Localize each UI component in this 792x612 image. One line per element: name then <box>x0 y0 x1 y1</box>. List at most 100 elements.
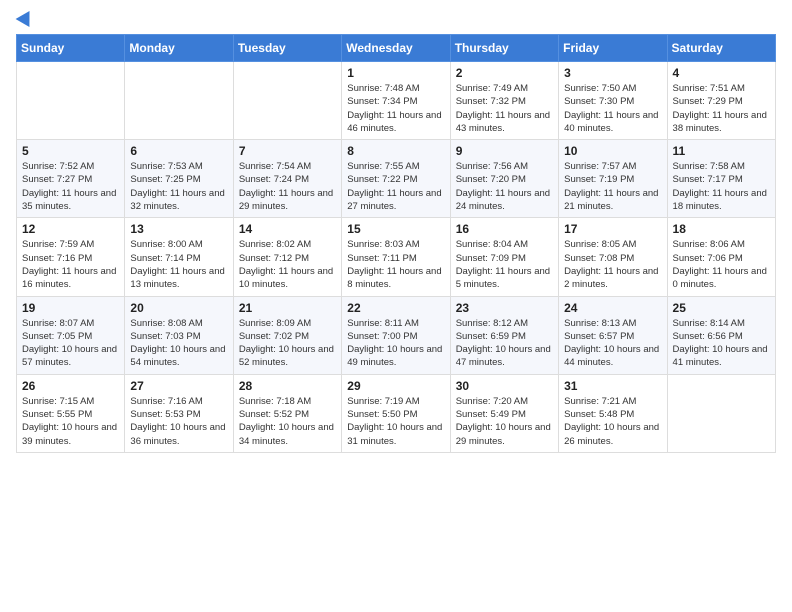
calendar-cell: 27Sunrise: 7:16 AMSunset: 5:53 PMDayligh… <box>125 374 233 452</box>
day-number: 19 <box>22 301 119 315</box>
calendar-cell: 28 Sunrise: 7:18 AMSunset: 5:52 PMDayligh… <box>233 374 341 452</box>
day-info: Sunrise: 8:03 AMSunset: 7:11 PMDaylight:… <box>347 238 444 291</box>
day-number: 17 <box>564 222 661 236</box>
day-number: 1 <box>347 66 444 80</box>
day-number: 13 <box>130 222 227 236</box>
day-number: 21 <box>239 301 336 315</box>
calendar-cell: 21 Sunrise: 8:09 AMSunset: 7:02 PMDayligh… <box>233 296 341 374</box>
weekday-header-row: SundayMondayTuesdayWednesdayThursdayFrid… <box>17 35 776 62</box>
day-number: 16 <box>456 222 553 236</box>
calendar-cell: 9 Sunrise: 7:56 AMSunset: 7:20 PMDaylight… <box>450 140 558 218</box>
day-number: 15 <box>347 222 444 236</box>
calendar-cell: 11Sunrise: 7:58 AMSunset: 7:17 PMDayligh… <box>667 140 775 218</box>
calendar-cell: 18Sunrise: 8:06 AMSunset: 7:06 PMDayligh… <box>667 218 775 296</box>
day-info: Sunrise: 8:11 AMSunset: 7:00 PMDaylight:… <box>347 317 444 370</box>
day-info: Sunrise: 8:06 AMSunset: 7:06 PMDaylight:… <box>673 238 770 291</box>
day-info: Sunrise: 7:59 AMSunset: 7:16 PMDaylight:… <box>22 238 119 291</box>
calendar-cell: 26 Sunrise: 7:15 AMSunset: 5:55 PMDayligh… <box>17 374 125 452</box>
day-info: Sunrise: 7:54 AMSunset: 7:24 PMDaylight:… <box>239 160 336 213</box>
day-info: Sunrise: 7:51 AMSunset: 7:29 PMDaylight:… <box>673 82 770 135</box>
day-number: 20 <box>130 301 227 315</box>
day-info: Sunrise: 8:04 AMSunset: 7:09 PMDaylight:… <box>456 238 553 291</box>
calendar-cell: 14 Sunrise: 8:02 AMSunset: 7:12 PMDayligh… <box>233 218 341 296</box>
day-info: Sunrise: 8:05 AMSunset: 7:08 PMDaylight:… <box>564 238 661 291</box>
calendar-cell: 1 Sunrise: 7:48 AMSunset: 7:34 PMDaylight… <box>342 62 450 140</box>
calendar-cell: 6 Sunrise: 7:53 AMSunset: 7:25 PMDaylight… <box>125 140 233 218</box>
day-number: 30 <box>456 379 553 393</box>
week-row-5: 26 Sunrise: 7:15 AMSunset: 5:55 PMDayligh… <box>17 374 776 452</box>
logo <box>16 10 34 26</box>
day-number: 7 <box>239 144 336 158</box>
day-number: 29 <box>347 379 444 393</box>
calendar-cell: 19 Sunrise: 8:07 AMSunset: 7:05 PMDayligh… <box>17 296 125 374</box>
weekday-header-thursday: Thursday <box>450 35 558 62</box>
calendar-cell: 20 Sunrise: 8:08 AMSunset: 7:03 PMDayligh… <box>125 296 233 374</box>
day-info: Sunrise: 7:20 AMSunset: 5:49 PMDaylight:… <box>456 395 553 448</box>
calendar-cell: 29 Sunrise: 7:19 AMSunset: 5:50 PMDayligh… <box>342 374 450 452</box>
day-info: Sunrise: 8:07 AMSunset: 7:05 PMDaylight:… <box>22 317 119 370</box>
calendar-cell: 23 Sunrise: 8:12 AMSunset: 6:59 PMDayligh… <box>450 296 558 374</box>
weekday-header-tuesday: Tuesday <box>233 35 341 62</box>
day-number: 9 <box>456 144 553 158</box>
week-row-2: 5Sunrise: 7:52 AMSunset: 7:27 PMDaylight… <box>17 140 776 218</box>
day-number: 27 <box>130 379 227 393</box>
page: SundayMondayTuesdayWednesdayThursdayFrid… <box>0 0 792 612</box>
day-number: 26 <box>22 379 119 393</box>
calendar-cell: 30 Sunrise: 7:20 AMSunset: 5:49 PMDayligh… <box>450 374 558 452</box>
weekday-header-friday: Friday <box>559 35 667 62</box>
day-number: 8 <box>347 144 444 158</box>
calendar-cell: 5Sunrise: 7:52 AMSunset: 7:27 PMDaylight… <box>17 140 125 218</box>
day-number: 2 <box>456 66 553 80</box>
day-info: Sunrise: 7:18 AMSunset: 5:52 PMDaylight:… <box>239 395 336 448</box>
weekday-header-saturday: Saturday <box>667 35 775 62</box>
calendar-cell: 13 Sunrise: 8:00 AMSunset: 7:14 PMDayligh… <box>125 218 233 296</box>
day-info: Sunrise: 7:21 AMSunset: 5:48 PMDaylight:… <box>564 395 661 448</box>
day-info: Sunrise: 7:57 AMSunset: 7:19 PMDaylight:… <box>564 160 661 213</box>
week-row-4: 19 Sunrise: 8:07 AMSunset: 7:05 PMDayligh… <box>17 296 776 374</box>
logo-triangle-icon <box>16 7 37 27</box>
day-info: Sunrise: 8:00 AMSunset: 7:14 PMDaylight:… <box>130 238 227 291</box>
calendar-cell: 22Sunrise: 8:11 AMSunset: 7:00 PMDayligh… <box>342 296 450 374</box>
weekday-header-wednesday: Wednesday <box>342 35 450 62</box>
day-number: 31 <box>564 379 661 393</box>
day-number: 24 <box>564 301 661 315</box>
calendar-table: SundayMondayTuesdayWednesdayThursdayFrid… <box>16 34 776 453</box>
day-info: Sunrise: 8:02 AMSunset: 7:12 PMDaylight:… <box>239 238 336 291</box>
day-info: Sunrise: 7:50 AMSunset: 7:30 PMDaylight:… <box>564 82 661 135</box>
calendar-cell: 31 Sunrise: 7:21 AMSunset: 5:48 PMDayligh… <box>559 374 667 452</box>
day-info: Sunrise: 8:09 AMSunset: 7:02 PMDaylight:… <box>239 317 336 370</box>
day-info: Sunrise: 7:55 AMSunset: 7:22 PMDaylight:… <box>347 160 444 213</box>
weekday-header-monday: Monday <box>125 35 233 62</box>
day-number: 5 <box>22 144 119 158</box>
calendar-cell: 16 Sunrise: 8:04 AMSunset: 7:09 PMDayligh… <box>450 218 558 296</box>
day-number: 6 <box>130 144 227 158</box>
calendar-cell: 15 Sunrise: 8:03 AMSunset: 7:11 PMDayligh… <box>342 218 450 296</box>
day-number: 23 <box>456 301 553 315</box>
calendar-cell <box>667 374 775 452</box>
day-number: 14 <box>239 222 336 236</box>
day-number: 28 <box>239 379 336 393</box>
calendar-cell: 3Sunrise: 7:50 AMSunset: 7:30 PMDaylight… <box>559 62 667 140</box>
weekday-header-sunday: Sunday <box>17 35 125 62</box>
day-info: Sunrise: 8:13 AMSunset: 6:57 PMDaylight:… <box>564 317 661 370</box>
calendar-cell: 10Sunrise: 7:57 AMSunset: 7:19 PMDayligh… <box>559 140 667 218</box>
day-info: Sunrise: 7:49 AMSunset: 7:32 PMDaylight:… <box>456 82 553 135</box>
day-info: Sunrise: 8:08 AMSunset: 7:03 PMDaylight:… <box>130 317 227 370</box>
day-info: Sunrise: 7:58 AMSunset: 7:17 PMDaylight:… <box>673 160 770 213</box>
day-info: Sunrise: 7:53 AMSunset: 7:25 PMDaylight:… <box>130 160 227 213</box>
calendar-cell: 4Sunrise: 7:51 AMSunset: 7:29 PMDaylight… <box>667 62 775 140</box>
day-info: Sunrise: 7:48 AMSunset: 7:34 PMDaylight:… <box>347 82 444 135</box>
day-number: 25 <box>673 301 770 315</box>
day-info: Sunrise: 7:56 AMSunset: 7:20 PMDaylight:… <box>456 160 553 213</box>
calendar-cell: 25 Sunrise: 8:14 AMSunset: 6:56 PMDayligh… <box>667 296 775 374</box>
calendar-cell: 2 Sunrise: 7:49 AMSunset: 7:32 PMDaylight… <box>450 62 558 140</box>
calendar-cell: 7 Sunrise: 7:54 AMSunset: 7:24 PMDaylight… <box>233 140 341 218</box>
calendar-cell: 17 Sunrise: 8:05 AMSunset: 7:08 PMDayligh… <box>559 218 667 296</box>
day-info: Sunrise: 8:12 AMSunset: 6:59 PMDaylight:… <box>456 317 553 370</box>
week-row-1: 1 Sunrise: 7:48 AMSunset: 7:34 PMDaylight… <box>17 62 776 140</box>
calendar-cell: 8 Sunrise: 7:55 AMSunset: 7:22 PMDaylight… <box>342 140 450 218</box>
day-number: 12 <box>22 222 119 236</box>
day-info: Sunrise: 7:15 AMSunset: 5:55 PMDaylight:… <box>22 395 119 448</box>
day-info: Sunrise: 7:19 AMSunset: 5:50 PMDaylight:… <box>347 395 444 448</box>
day-info: Sunrise: 8:14 AMSunset: 6:56 PMDaylight:… <box>673 317 770 370</box>
